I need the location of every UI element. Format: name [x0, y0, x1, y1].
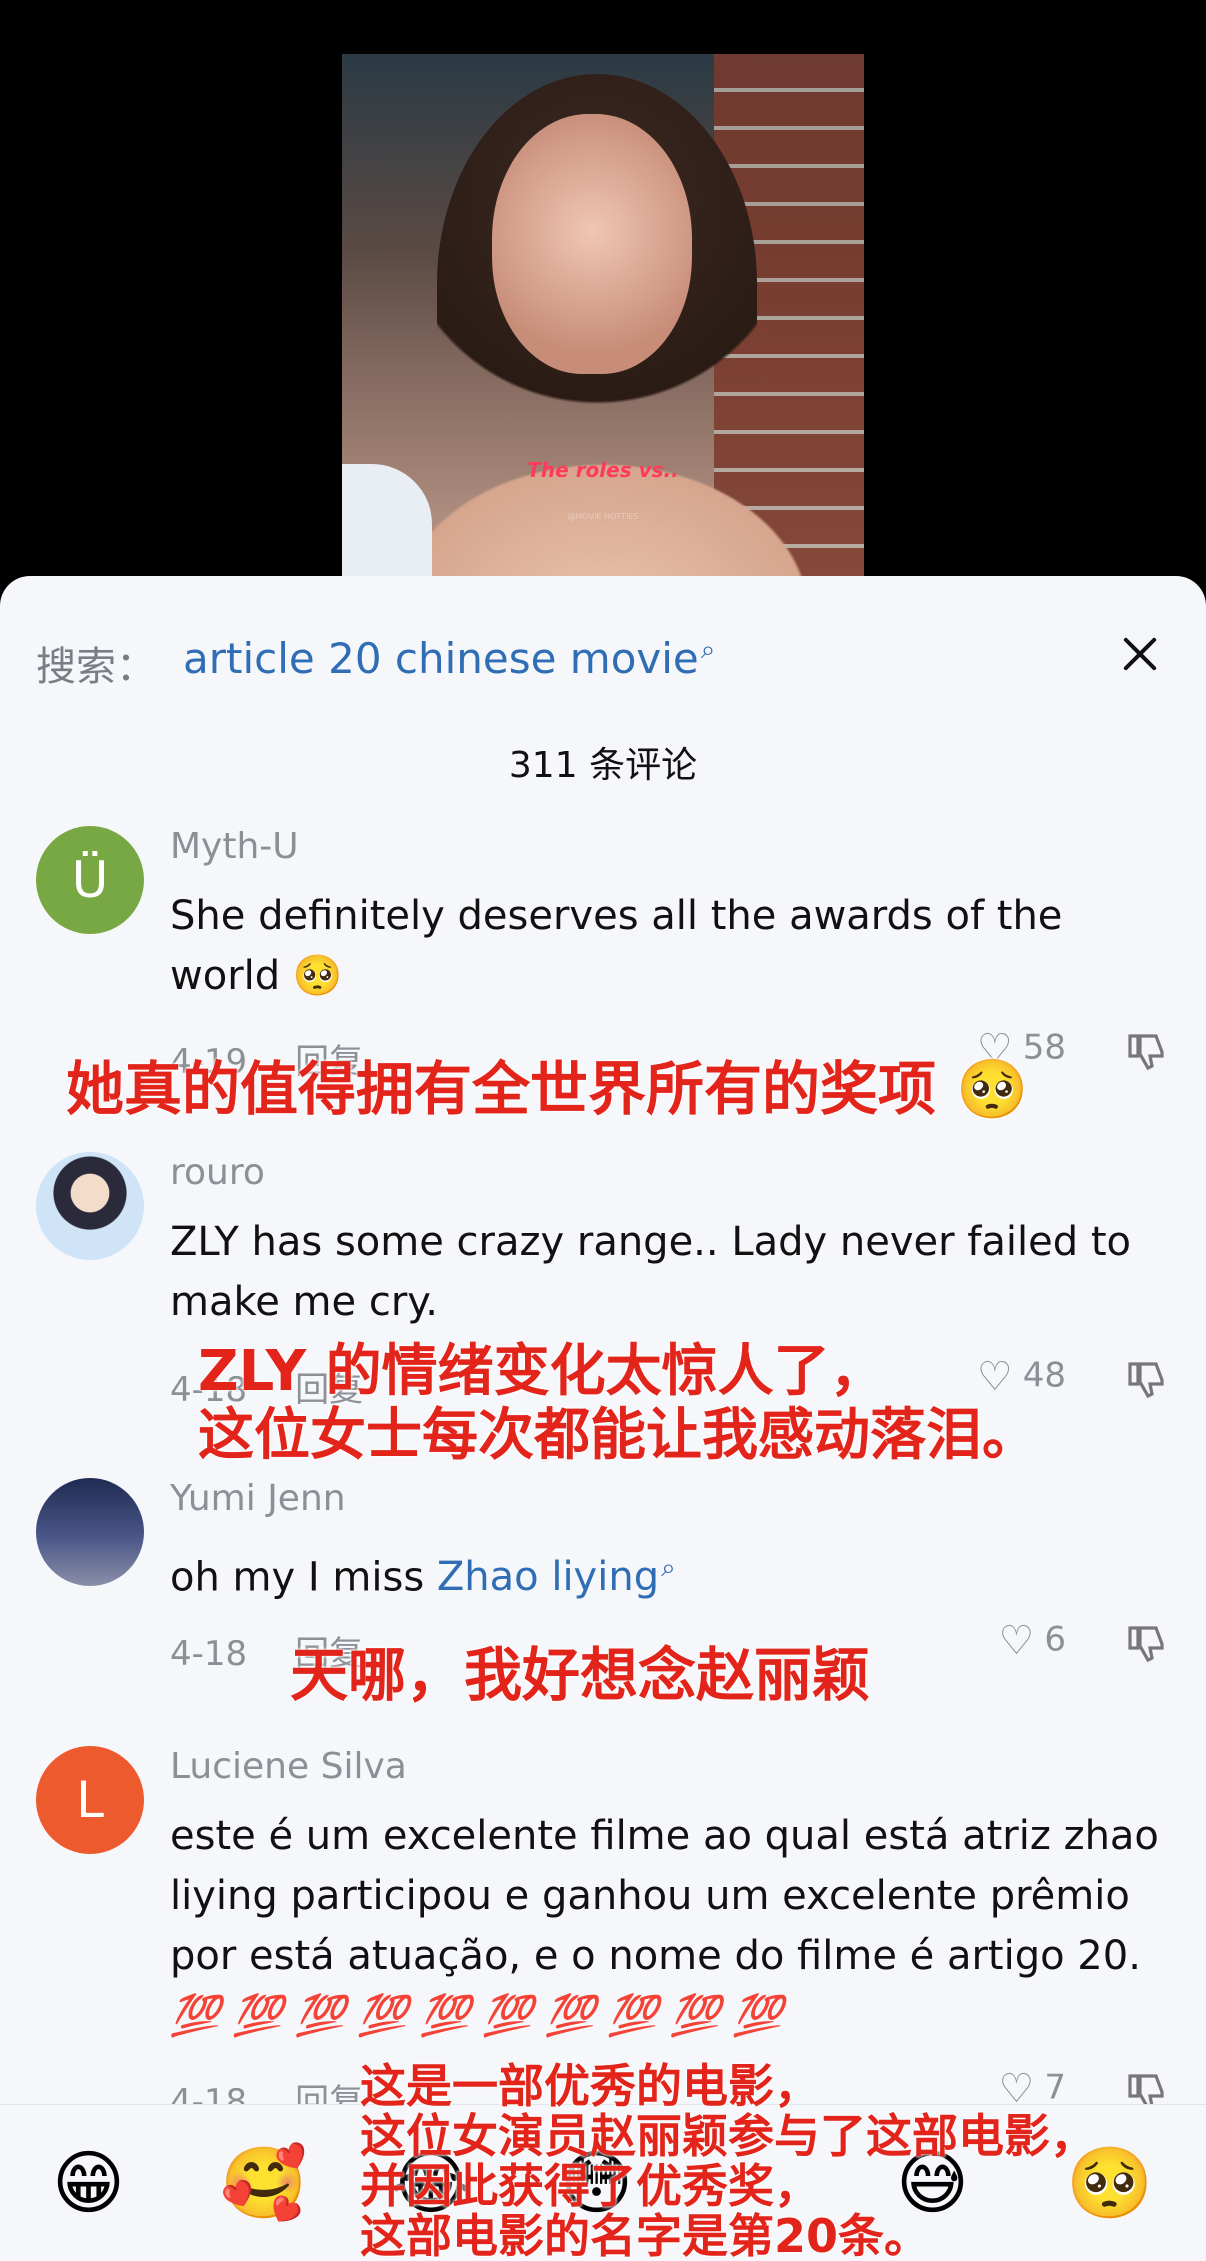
translation-overlay: 这位女士每次都能让我感动落泪。	[198, 1403, 1038, 1468]
video-frame[interactable]: The roles vs.. @MOVIE HOTTIES	[342, 54, 864, 614]
comment-date: 4-18	[170, 1634, 248, 1674]
dislike-button[interactable]	[1122, 1620, 1170, 1668]
username[interactable]: rouro	[170, 1152, 265, 1193]
search-link[interactable]: Zhao liying⌕	[436, 1553, 676, 1601]
comment-text-prefix: oh my I miss	[170, 1554, 437, 1601]
search-link-label: Zhao liying	[436, 1554, 660, 1601]
emoji-hearts-button[interactable]: 🥰	[220, 2143, 307, 2223]
search-row: 搜索： article 20 chinese movie⌕	[36, 624, 1170, 690]
comment-text: oh my I miss Zhao liying⌕	[170, 1538, 1170, 1607]
comment-text: She definitely deserves all the awards o…	[170, 893, 1063, 999]
video-caption: The roles vs..	[527, 458, 679, 482]
face	[492, 114, 692, 374]
thumbs-down-icon	[1128, 1626, 1164, 1663]
search-icon: ⌕	[661, 1553, 676, 1583]
video-watermark: @MOVIE HOTTIES	[567, 512, 639, 521]
avatar[interactable]	[36, 1152, 144, 1260]
heart-icon: ♡	[998, 1618, 1035, 1664]
translation-overlay: 她真的值得拥有全世界所有的奖项 🥺	[66, 1055, 1029, 1123]
emoji-grin-button[interactable]: 😁	[52, 2143, 125, 2223]
like-count: 58	[1022, 1027, 1066, 1068]
dislike-button[interactable]	[1122, 1356, 1170, 1404]
dislike-button[interactable]	[1122, 1028, 1170, 1076]
username[interactable]: Luciene Silva	[170, 1746, 407, 1787]
comment-text: este é um excelente filme ao qual está a…	[170, 1806, 1170, 2046]
username[interactable]: Myth-U	[170, 826, 299, 867]
search-prefix: 搜索：	[36, 644, 156, 690]
translation-overlay: 这部电影的名字是第20条。	[360, 2209, 931, 2261]
comment-text: ZLY has some crazy range.. Lady never fa…	[170, 1219, 1131, 1325]
search-query: article 20 chinese movie	[183, 634, 699, 683]
comment-count: 311 条评论	[508, 745, 698, 786]
translation-overlay: 天哪，我好想念赵丽颖	[290, 1641, 871, 1709]
like-button[interactable]: ♡ 6	[999, 1618, 1067, 1664]
avatar[interactable]: Ü	[36, 826, 144, 934]
search-icon: ⌕	[700, 635, 716, 665]
username[interactable]: Yumi Jenn	[170, 1478, 346, 1519]
comments-sheet: 搜索： article 20 chinese movie⌕ 311 条评论 Ü …	[0, 576, 1206, 2261]
avatar[interactable]: L	[36, 1746, 144, 1854]
search-suggestion-link[interactable]: article 20 chinese movie⌕	[183, 634, 715, 683]
close-button[interactable]	[1110, 624, 1170, 684]
avatar[interactable]	[36, 1478, 144, 1586]
like-count: 6	[1044, 1619, 1066, 1660]
comment-body: este é um excelente filme ao qual está a…	[170, 1813, 1159, 1979]
thumbs-down-icon	[1128, 1362, 1164, 1399]
hundred-emoji-row: 💯 💯 💯 💯 💯 💯 💯 💯 💯 💯	[170, 1993, 783, 2039]
thumbs-down-icon	[1128, 1034, 1164, 1071]
